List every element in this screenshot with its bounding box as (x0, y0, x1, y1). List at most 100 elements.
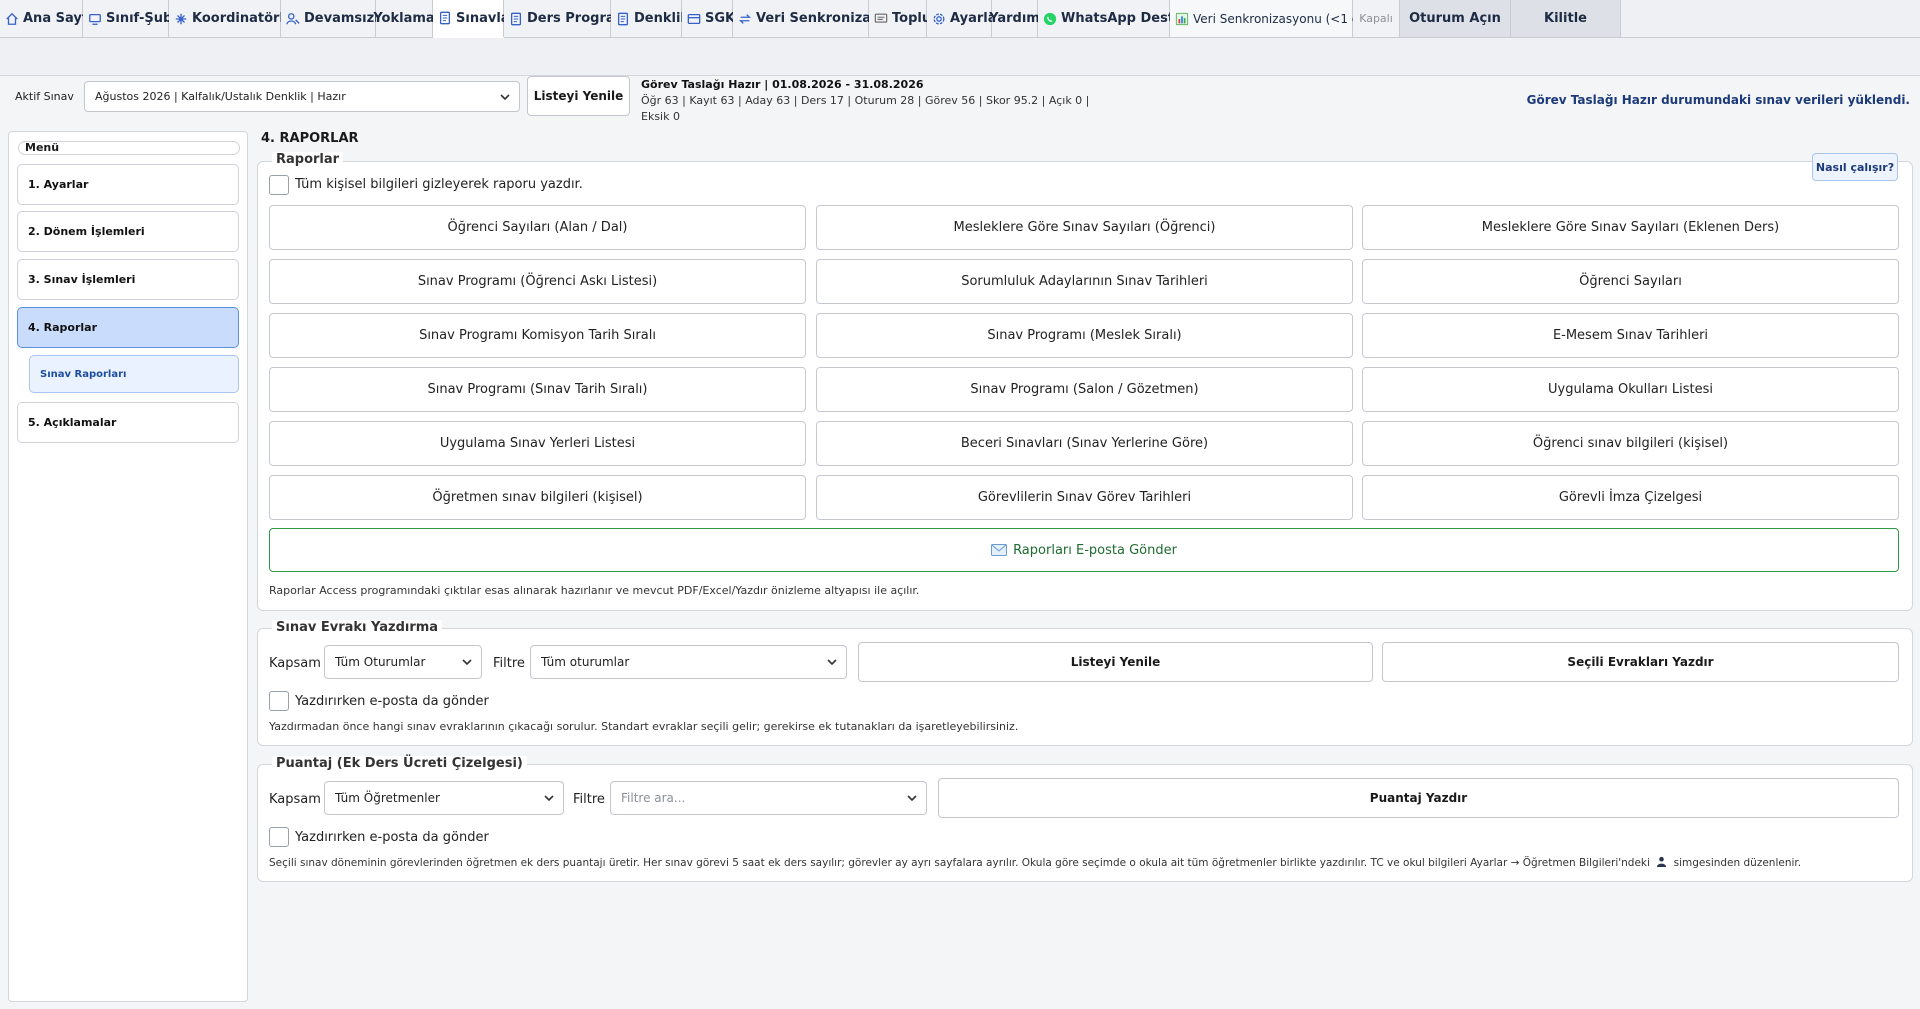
exam-status-title: Görev Taslağı Hazır | 01.08.2026 - 31.08… (641, 78, 924, 91)
asterisk-icon (175, 13, 187, 24)
exam-status-line1: Öğr 63 | Kayıt 63 | Aday 63 | Ders 17 | … (641, 94, 1090, 107)
exam-docs-filter-label: Filtre (493, 656, 525, 671)
exam-status-line2: Eksik 0 (641, 110, 680, 123)
report-button[interactable]: Öğrenci Sayıları (1362, 259, 1899, 304)
menu-item-donem-islemleri[interactable]: 2. Dönem İşlemleri (17, 211, 239, 252)
tab-yardim[interactable]: Yardım (989, 0, 1040, 37)
tab-ayarlar[interactable]: Ayarlar (927, 0, 1003, 37)
tab-label: Yoklama (373, 11, 435, 26)
active-exam-select[interactable]: Ağustos 2026 | Kalfalık/Ustalık Denklik … (84, 81, 520, 112)
report-button[interactable]: Mesleklere Göre Sınav Sayıları (Öğrenci) (816, 205, 1353, 250)
report-button[interactable]: Öğretmen sınav bilgileri (kişisel) (269, 475, 806, 520)
exam-docs-refresh-button[interactable]: Listeyi Yenile (858, 642, 1373, 682)
chart-icon (1175, 12, 1189, 25)
timesheet-email-checkbox[interactable] (269, 827, 289, 847)
hide-personal-label: Tüm kişisel bilgileri gizleyerek raporu … (295, 177, 583, 192)
exam-docs-email-checkbox[interactable] (269, 691, 289, 711)
report-button[interactable]: Uygulama Okulları Listesi (1362, 367, 1899, 412)
toolbar-strip (0, 38, 1920, 76)
timesheet-scope-value: Tüm Öğretmenler (335, 791, 440, 805)
timesheet-scope-select[interactable]: Tüm Öğretmenler (324, 781, 564, 815)
report-button[interactable]: Uygulama Sınav Yerleri Listesi (269, 421, 806, 466)
tab-devamsizlik[interactable]: Devamsızlık (281, 0, 392, 37)
timesheet-scope-label: Kapsam (269, 792, 321, 807)
tab-toplu[interactable]: Toplu (869, 0, 931, 37)
exam-docs-filter-value: Tüm oturumlar (541, 655, 630, 669)
tab-kapali[interactable]: Kapalı (1353, 0, 1400, 37)
tab-sinif-sube[interactable]: Sınıf-Şube (83, 0, 181, 37)
whatsapp-icon (1043, 12, 1057, 25)
menu-item-sinav-islemleri[interactable]: 3. Sınav İşlemleri (17, 259, 239, 300)
print-selected-docs-label: Seçili Evrakları Yazdır (1567, 655, 1714, 669)
reports-legend: Raporlar (272, 152, 344, 167)
email-icon (991, 544, 1008, 556)
help-button[interactable]: Nasıl çalışır? (1812, 153, 1898, 181)
exam-docs-scope-select[interactable]: Tüm Oturumlar (324, 645, 482, 679)
report-button[interactable]: Sınav Programı (Salon / Gözetmen) (816, 367, 1353, 412)
status-message: Görev Taslağı Hazır durumundaki sınav ve… (1526, 93, 1910, 107)
report-button[interactable]: Öğrenci Sayıları (Alan / Dal) (269, 205, 806, 250)
tab-label: Oturum Açın (1409, 11, 1501, 26)
menu-title: Menü (18, 141, 240, 155)
timesheet-note-text: Seçili sınav döneminin görevlerinden öğr… (269, 857, 1650, 869)
timesheet-legend: Puantaj (Ek Ders Ücreti Çizelgesi) (272, 756, 527, 771)
menu-item-ayarlar[interactable]: 1. Ayarlar (17, 164, 239, 205)
tab-veri-senkronizasyonu[interactable]: Veri Senkronizasyonu (<1 dk) (1170, 0, 1371, 37)
timesheet-email-label: Yazdırırken e-posta da gönder (295, 830, 489, 845)
hide-personal-checkbox[interactable] (269, 175, 289, 195)
report-button[interactable]: Beceri Sınavları (Sınav Yerlerine Göre) (816, 421, 1353, 466)
login-button[interactable]: Oturum Açın (1400, 0, 1511, 37)
report-button[interactable]: Görevlilerin Sınav Görev Tarihleri (816, 475, 1353, 520)
tab-yoklama[interactable]: Yoklama (373, 0, 435, 37)
lock-button[interactable]: Kilitle (1511, 0, 1621, 37)
chevron-down-icon (907, 795, 917, 802)
exam-docs-refresh-label: Listeyi Yenile (1070, 655, 1161, 669)
menu-item-raporlar[interactable]: 4. Raporlar (17, 307, 239, 348)
report-button[interactable]: E-Mesem Sınav Tarihleri (1362, 313, 1899, 358)
report-button[interactable]: Sınav Programı (Meslek Sıralı) (816, 313, 1353, 358)
exam-docs-scope-label: Kapsam (269, 656, 321, 671)
email-reports-button[interactable]: Raporları E-posta Gönder (269, 528, 1899, 572)
print-selected-docs-button[interactable]: Seçili Evrakları Yazdır (1382, 642, 1899, 682)
tab-ders-programi[interactable]: Ders Programı (504, 0, 633, 37)
exam-docs-legend: Sınav Evrakı Yazdırma (272, 620, 443, 635)
timesheet-filter-input[interactable]: Filtre ara... (610, 781, 927, 815)
menu-subitem-sinav-raporlari[interactable]: Sınav Raporları (29, 355, 239, 393)
report-button[interactable]: Sorumluluk Adaylarının Sınav Tarihleri (816, 259, 1353, 304)
tab-denklik[interactable]: Denklik (611, 0, 689, 37)
tab-koordinatorluk[interactable]: Koordinatörlük (169, 0, 302, 37)
card-icon (687, 13, 701, 24)
report-button[interactable]: Sınav Programı Komisyon Tarih Sıralı (269, 313, 806, 358)
tab-label: Toplu (892, 11, 932, 26)
exam-docs-note: Yazdırmadan önce hangi sınav evraklarını… (269, 720, 1019, 733)
report-button[interactable]: Mesleklere Göre Sınav Sayıları (Eklenen … (1362, 205, 1899, 250)
report-button[interactable]: Sınav Programı (Öğrenci Askı Listesi) (269, 259, 806, 304)
timesheet-note-text-end: simgesinden düzenlenir. (1673, 857, 1802, 869)
page-title: 4. RAPORLAR (261, 131, 359, 146)
report-button[interactable]: Görevli İmza Çizelgesi (1362, 475, 1899, 520)
tab-ana-sayfa[interactable]: Ana Sayfa (0, 0, 96, 37)
tab-label: Kilitle (1544, 11, 1587, 26)
exam-docs-email-label: Yazdırırken e-posta da gönder (295, 694, 489, 709)
tab-label: Yardım (989, 11, 1040, 26)
chevron-down-icon (500, 93, 510, 100)
chevron-down-icon (544, 795, 554, 802)
email-reports-label: Raporları E-posta Gönder (1013, 542, 1177, 558)
home-icon (6, 12, 18, 25)
message-icon (874, 13, 888, 23)
report-button[interactable]: Öğrenci sınav bilgileri (kişisel) (1362, 421, 1899, 466)
menu-item-aciklamalar[interactable]: 5. Açıklamalar (17, 402, 239, 443)
tab-sinavlar[interactable]: Sınavlar (433, 0, 516, 38)
tab-sgk[interactable]: SGK (682, 0, 735, 37)
print-timesheet-button[interactable]: Puantaj Yazdır (938, 778, 1899, 818)
reports-note: Raporlar Access programındaki çıktılar e… (269, 584, 920, 597)
attendance-icon (286, 12, 300, 24)
print-timesheet-label: Puantaj Yazdır (1369, 791, 1468, 805)
tab-whatsapp-destek[interactable]: WhatsApp Destek (1038, 0, 1192, 37)
person-icon (1657, 856, 1667, 867)
report-button[interactable]: Sınav Programı (Sınav Tarih Sıralı) (269, 367, 806, 412)
exam-refresh-button[interactable]: Listeyi Yenile (527, 76, 630, 116)
tab-veri-senkronizasyon[interactable]: Veri Senkronizasyon (733, 0, 905, 37)
exam-docs-filter-select[interactable]: Tüm oturumlar (530, 645, 847, 679)
chevron-down-icon (462, 659, 472, 666)
